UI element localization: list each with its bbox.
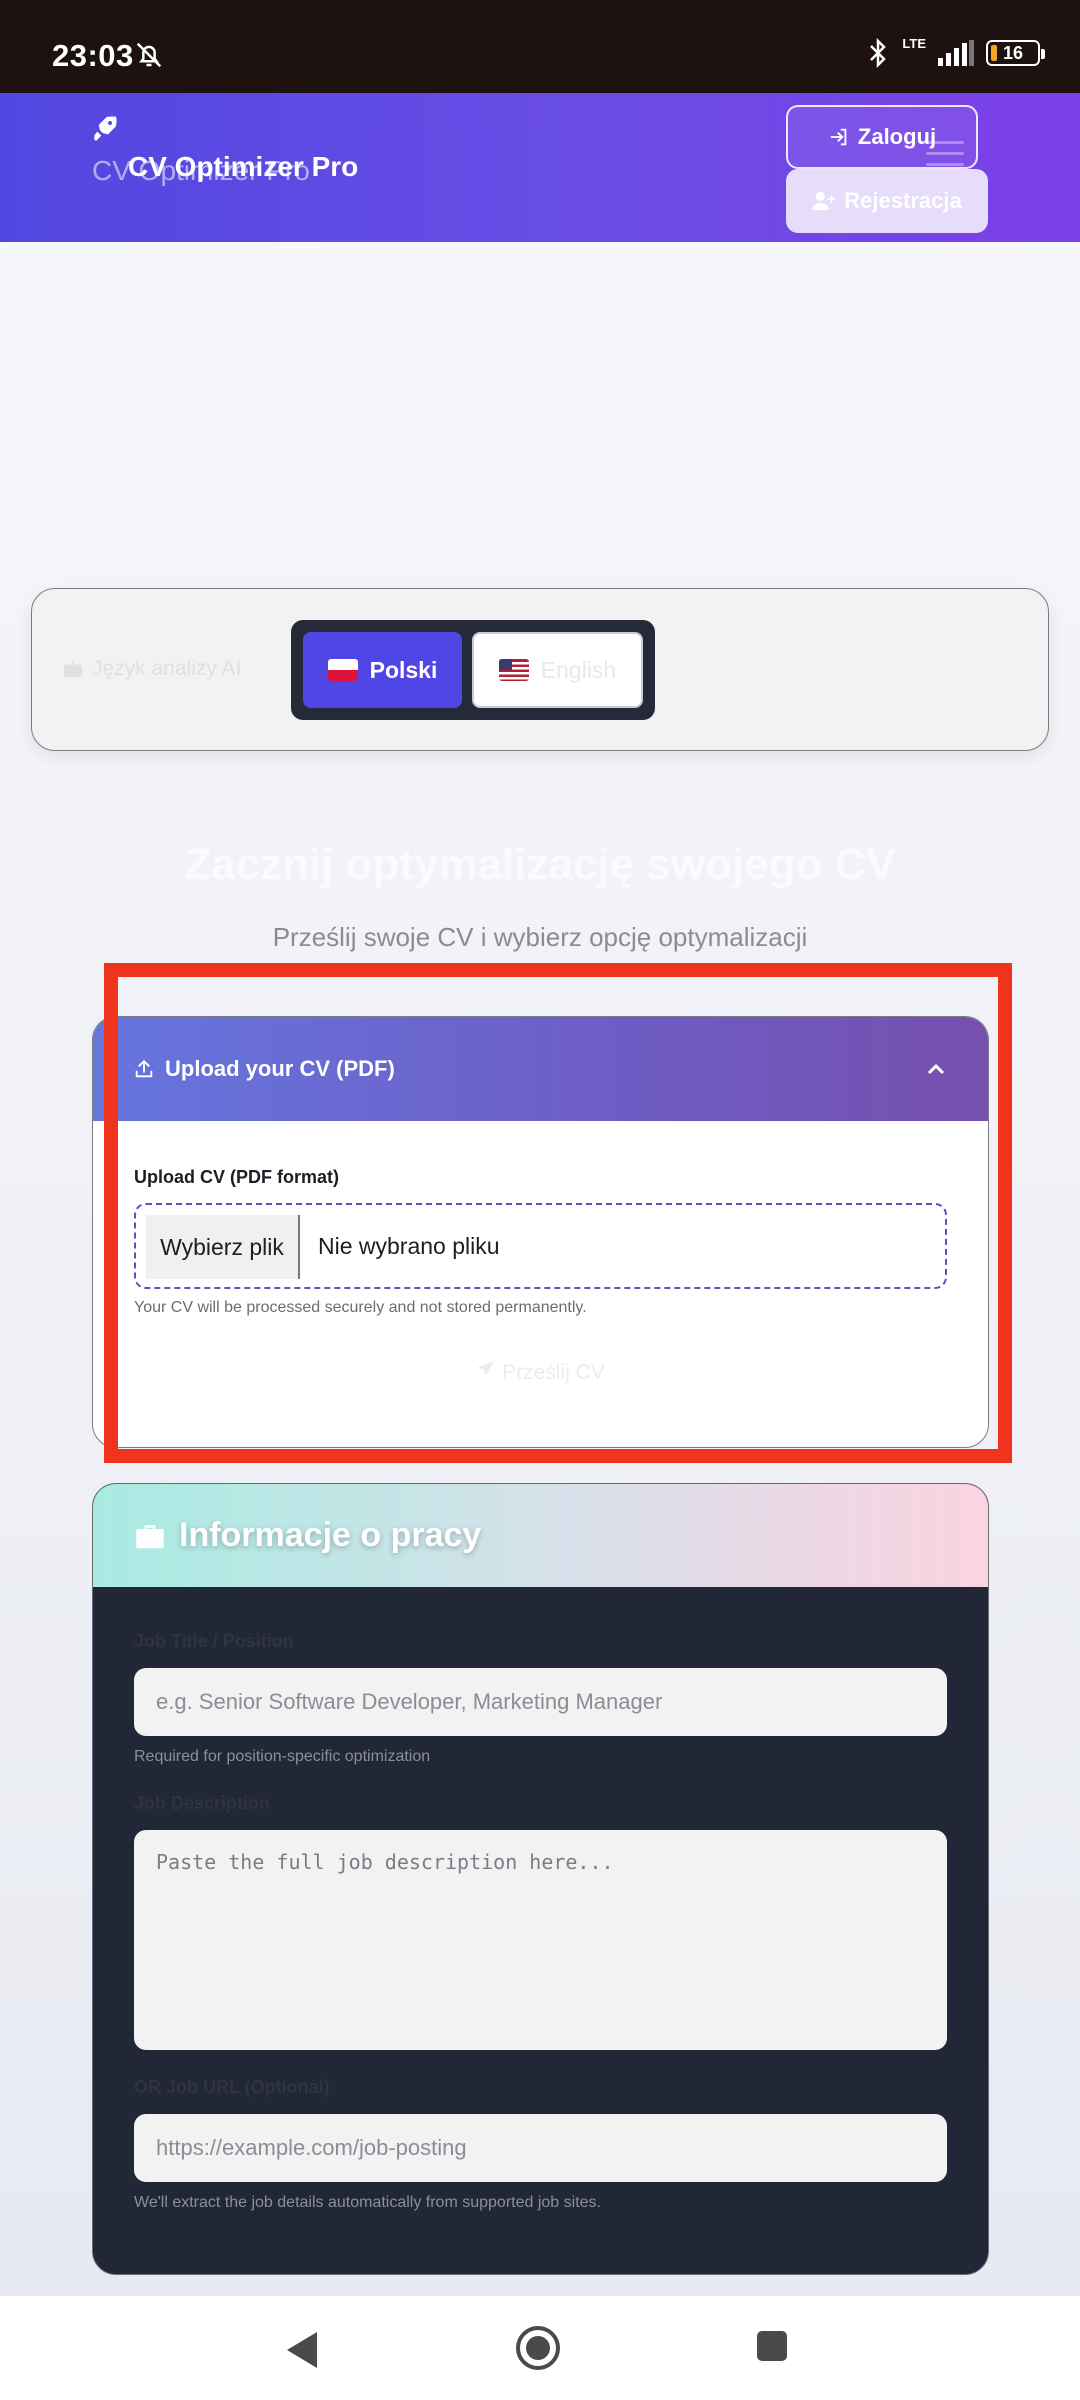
status-bar: 23:03 LTE 16	[0, 0, 1080, 93]
file-input[interactable]: Wybierz plik Nie wybrano pliku	[134, 1203, 947, 1289]
upload-icon	[135, 1059, 153, 1078]
system-nav-bar	[0, 2296, 1080, 2400]
user-plus-icon	[812, 191, 836, 211]
usa-flag-icon	[498, 659, 529, 681]
app-header: CV Optimizer Pro CV Optimizer Pro Zalogu…	[0, 93, 1080, 242]
recent-apps-icon[interactable]	[757, 2331, 787, 2361]
chevron-up-icon[interactable]	[924, 1057, 948, 1081]
menu-icon[interactable]	[920, 133, 970, 173]
poland-flag-icon	[327, 659, 358, 681]
battery-icon: 16	[986, 40, 1045, 66]
language-option-english[interactable]: English	[472, 632, 643, 708]
job-title-label: Job Title / Position	[134, 1631, 294, 1651]
register-label: Rejestracja	[844, 188, 962, 213]
job-card-title: Informacje o pracy	[179, 1516, 482, 1554]
upload-field-label: Upload CV (PDF format)	[134, 1167, 339, 1187]
page-subtitle: Prześlij swoje CV i wybierz opcję optyma…	[272, 922, 808, 952]
choose-file-button[interactable]: Wybierz plik	[146, 1215, 300, 1279]
language-selector-card: Język analizy AI Polski English	[31, 588, 1049, 751]
status-time: 23:03	[52, 38, 134, 73]
job-title-input[interactable]: e.g. Senior Software Developer, Marketin…	[134, 1668, 947, 1736]
submit-cv-button[interactable]: Prześlij CV	[93, 1359, 988, 1385]
upload-card-title: Upload your CV (PDF)	[165, 1056, 395, 1081]
register-button[interactable]: Rejestracja	[786, 169, 988, 233]
page-title: Zacznij optymalizację swojego CV	[184, 840, 896, 889]
upload-hint: Your CV will be processed securely and n…	[134, 1299, 587, 1316]
bell-muted-icon	[136, 42, 162, 68]
job-title-hint: Required for position-specific optimizat…	[134, 1748, 431, 1765]
bluetooth-icon	[870, 38, 887, 68]
network-type: LTE	[902, 35, 926, 51]
job-card-header: Informacje o pracy	[93, 1484, 988, 1587]
rocket-icon	[94, 116, 117, 141]
language-label: Język analizy AI	[62, 657, 241, 681]
job-description-label: Job Description	[134, 1793, 271, 1813]
robot-icon	[63, 659, 83, 678]
back-icon[interactable]	[283, 2330, 319, 2370]
sign-in-icon	[830, 128, 847, 146]
job-description-textarea[interactable]: Paste the full job description here...	[134, 1830, 947, 2050]
paper-plane-icon	[477, 1360, 495, 1376]
upload-card-header[interactable]: Upload your CV (PDF)	[93, 1017, 988, 1121]
language-option-polish[interactable]: Polski	[303, 632, 462, 708]
home-icon[interactable]	[514, 2324, 562, 2372]
upload-cv-card: Upload your CV (PDF) Upload CV (PDF form…	[92, 1016, 989, 1448]
brand-title[interactable]: CV Optimizer Pro	[128, 151, 358, 183]
job-url-hint: We'll extract the job details automatica…	[134, 2194, 601, 2211]
job-url-input[interactable]: https://example.com/job-posting	[134, 2114, 947, 2182]
briefcase-icon	[136, 1524, 164, 1548]
job-info-card: Informacje o pracy Job Title / Position …	[92, 1483, 989, 2275]
language-switch: Polski English	[291, 620, 655, 720]
file-status: Nie wybrano pliku	[318, 1233, 500, 1259]
signal-icon	[938, 40, 974, 66]
job-url-label: OR Job URL (Optional)	[134, 2077, 330, 2097]
